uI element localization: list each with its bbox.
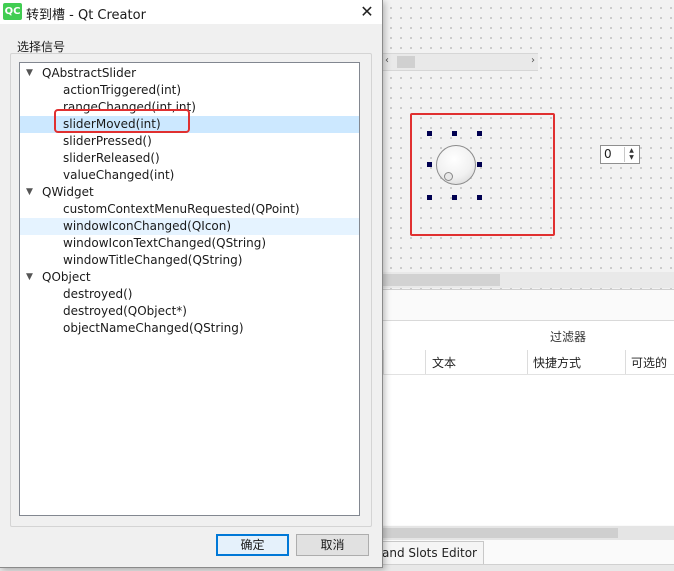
tree-item-label: objectNameChanged(QString) [63, 321, 244, 335]
panel-scrollbar[interactable] [383, 526, 674, 540]
tree-item-label: windowTitleChanged(QString) [63, 253, 243, 267]
tree-item-label: windowIconChanged(QIcon) [63, 219, 232, 233]
resize-handle[interactable] [477, 162, 482, 167]
chevron-down-icon[interactable]: ▼ [26, 269, 33, 286]
tree-item[interactable]: objectNameChanged(QString) [20, 320, 359, 337]
tree-group[interactable]: ▼ QWidget [20, 184, 359, 201]
tree-item-label: destroyed(QObject*) [63, 304, 187, 318]
tree-item-label: windowIconTextChanged(QString) [63, 236, 267, 250]
spin-down-icon[interactable]: ▼ [625, 154, 638, 161]
close-icon[interactable]: ✕ [352, 0, 382, 24]
spinbox-arrows[interactable]: ▲ ▼ [624, 147, 638, 162]
canvas-scroll-thumb[interactable] [383, 274, 500, 286]
tab-label: and Slots Editor [382, 546, 477, 560]
scroll-thumb[interactable] [397, 56, 415, 68]
title-bar[interactable]: QC 转到槽 - Qt Creator ✕ [0, 0, 382, 24]
tree-item[interactable]: windowIconTextChanged(QString) [20, 235, 359, 252]
column-header-checkable[interactable]: 可选的 [631, 354, 667, 371]
tree-item[interactable]: windowTitleChanged(QString) [20, 252, 359, 269]
resize-handle[interactable] [427, 131, 432, 136]
canvas-scrollbar[interactable] [383, 272, 674, 288]
resize-handle[interactable] [452, 131, 457, 136]
tree-group[interactable]: ▼ QAbstractSlider [20, 65, 359, 82]
tree-item-label: QWidget [42, 185, 94, 199]
column-header-text[interactable]: 文本 [432, 354, 456, 371]
column-separator [425, 350, 426, 374]
tree-item[interactable]: actionTriggered(int) [20, 82, 359, 99]
qt-creator-icon: QC [3, 3, 22, 20]
tree-group[interactable]: ▼ QObject [20, 269, 359, 286]
resize-handle[interactable] [452, 195, 457, 200]
column-header-shortcut[interactable]: 快捷方式 [533, 354, 581, 371]
scroll-left-icon[interactable]: ‹ [385, 55, 389, 66]
widget-scrollbar[interactable]: ‹ › [383, 53, 538, 71]
tree-item-label: sliderPressed() [63, 134, 152, 148]
tree-item[interactable]: sliderReleased() [20, 150, 359, 167]
go-to-slot-dialog: QC 转到槽 - Qt Creator ✕ 选择信号 ▼ QAbstractSli… [0, 0, 383, 568]
annotation-highlight-signal [54, 109, 190, 133]
tree-item[interactable]: destroyed(QObject*) [20, 303, 359, 320]
spinbox-widget[interactable]: 0 ▲ ▼ [600, 145, 640, 164]
scroll-right-icon[interactable]: › [531, 55, 535, 66]
tree-item-label: QObject [42, 270, 91, 284]
ok-button[interactable]: 确定 [216, 534, 289, 556]
tree-item-label: QAbstractSlider [42, 66, 137, 80]
column-separator [383, 350, 384, 374]
tree-item[interactable]: destroyed() [20, 286, 359, 303]
chevron-down-icon[interactable]: ▼ [26, 65, 33, 82]
spin-up-icon[interactable]: ▲ [625, 147, 638, 154]
tree-item[interactable]: windowIconChanged(QIcon) [20, 218, 359, 235]
filter-input[interactable]: 过滤器 [550, 328, 586, 345]
tree-item-label: sliderReleased() [63, 151, 160, 165]
tree-item[interactable]: valueChanged(int) [20, 167, 359, 184]
action-table-body [383, 375, 674, 525]
resize-handle[interactable] [477, 131, 482, 136]
spinbox-value[interactable]: 0 [604, 147, 612, 161]
dialog-title: 转到槽 - Qt Creator [26, 8, 146, 23]
resize-handle[interactable] [427, 195, 432, 200]
tree-item-label: customContextMenuRequested(QPoint) [63, 202, 300, 216]
tab-signals-slots-editor[interactable]: and Slots Editor [378, 541, 484, 564]
tree-item-label: valueChanged(int) [63, 168, 175, 182]
resize-handle[interactable] [477, 195, 482, 200]
tree-item[interactable]: sliderPressed() [20, 133, 359, 150]
cancel-button[interactable]: 取消 [296, 534, 369, 556]
dial-notch [444, 172, 453, 181]
tree-item-label: destroyed() [63, 287, 133, 301]
resize-handle[interactable] [427, 162, 432, 167]
column-separator [527, 350, 528, 374]
table-header: 文本 快捷方式 可选的 [383, 350, 674, 375]
dial-widget[interactable] [436, 145, 476, 185]
tree-item[interactable]: customContextMenuRequested(QPoint) [20, 201, 359, 218]
panel-scroll-thumb[interactable] [383, 528, 618, 538]
filter-row: 过滤器 [383, 320, 674, 351]
chevron-down-icon[interactable]: ▼ [26, 184, 33, 201]
tree-item-label: actionTriggered(int) [63, 83, 182, 97]
column-separator [625, 350, 626, 374]
